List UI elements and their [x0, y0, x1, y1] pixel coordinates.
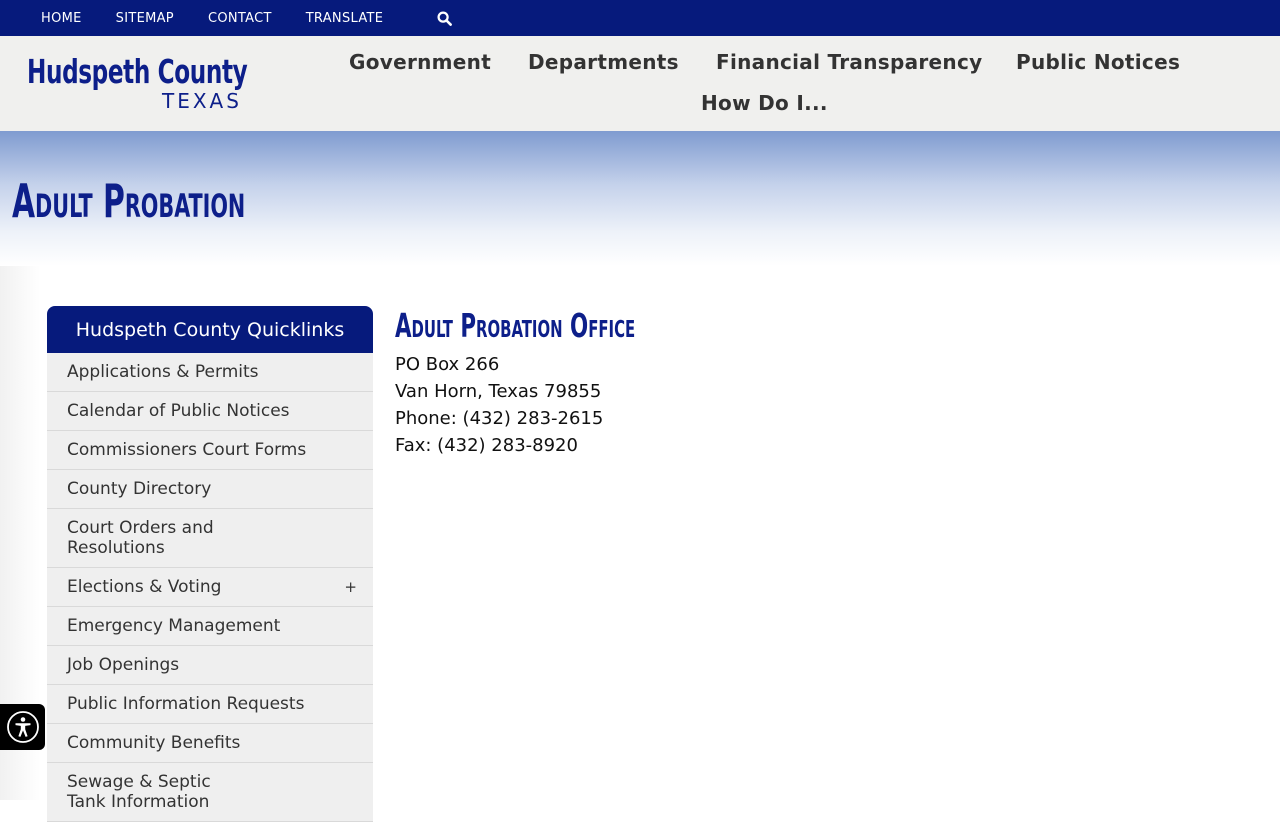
search-icon[interactable]	[435, 9, 453, 27]
quicklink-public-information-requests[interactable]: Public Information Requests	[47, 685, 373, 724]
quicklinks-heading: Hudspeth County Quicklinks	[47, 306, 373, 353]
topbar-link-translate[interactable]: TRANSLATE	[306, 11, 384, 26]
quicklink-label: Commissioners Court Forms	[67, 440, 307, 460]
quicklink-label: Applications & Permits	[67, 362, 259, 382]
main-content: Adult Probation Office PO Box 266 Van Ho…	[395, 307, 729, 459]
quicklink-label: Community Benefits	[67, 733, 241, 753]
quicklink-community-benefits[interactable]: Community Benefits	[47, 724, 373, 763]
topbar-link-contact[interactable]: CONTACT	[208, 11, 272, 26]
nav-item-government[interactable]: Government	[349, 50, 491, 74]
quicklinks-sidebar: Hudspeth County Quicklinks Applications …	[47, 306, 373, 822]
quicklink-applications-permits[interactable]: Applications & Permits	[47, 353, 373, 392]
quicklink-calendar-public-notices[interactable]: Calendar of Public Notices	[47, 392, 373, 431]
county-logo[interactable]: Hudspeth County TEXAS	[27, 52, 257, 116]
quicklink-label: Emergency Management	[67, 616, 281, 636]
accessibility-icon	[6, 711, 39, 743]
page-title: Adult Probation	[12, 174, 246, 228]
nav-item-how-do-i[interactable]: How Do I...	[701, 91, 828, 115]
utility-bar: HOME SITEMAP CONTACT TRANSLATE	[0, 0, 1280, 36]
office-phone: Phone: (432) 283-2615	[395, 408, 604, 429]
office-fax: Fax: (432) 283-8920	[395, 435, 578, 456]
nav-item-financial-transparency[interactable]: Financial Transparency	[716, 50, 982, 74]
office-address-line1: PO Box 266	[395, 354, 500, 375]
logo-state-name: TEXAS	[162, 89, 242, 113]
topbar-link-home[interactable]: HOME	[41, 11, 82, 26]
quicklink-court-orders-resolutions[interactable]: Court Orders and Resolutions	[47, 509, 373, 568]
nav-item-departments[interactable]: Departments	[528, 50, 679, 74]
nav-item-public-notices[interactable]: Public Notices	[1016, 50, 1180, 74]
accessibility-button[interactable]	[0, 704, 45, 750]
quicklink-label: Public Information Requests	[67, 694, 305, 714]
topbar-link-sitemap[interactable]: SITEMAP	[116, 11, 174, 26]
expand-plus-icon[interactable]: +	[344, 577, 357, 597]
quicklink-label: Calendar of Public Notices	[67, 401, 290, 421]
quicklink-label: Elections & Voting	[67, 577, 222, 597]
quicklink-label: Sewage & Septic Tank Information	[67, 772, 211, 812]
office-address-line2: Van Horn, Texas 79855	[395, 381, 602, 402]
site-header: Hudspeth County TEXAS Government Departm…	[0, 36, 1280, 131]
quicklink-emergency-management[interactable]: Emergency Management	[47, 607, 373, 646]
logo-county-name: Hudspeth County	[27, 52, 248, 91]
quicklink-label: Court Orders and Resolutions	[67, 518, 214, 558]
quicklink-sewage-septic-tank[interactable]: Sewage & Septic Tank Information	[47, 763, 373, 822]
quicklink-label: County Directory	[67, 479, 212, 499]
quicklink-job-openings[interactable]: Job Openings	[47, 646, 373, 685]
quicklink-elections-voting[interactable]: Elections & Voting +	[47, 568, 373, 607]
quicklink-label: Job Openings	[67, 655, 180, 675]
quicklink-county-directory[interactable]: County Directory	[47, 470, 373, 509]
quicklink-commissioners-court-forms[interactable]: Commissioners Court Forms	[47, 431, 373, 470]
office-heading: Adult Probation Office	[395, 306, 636, 345]
